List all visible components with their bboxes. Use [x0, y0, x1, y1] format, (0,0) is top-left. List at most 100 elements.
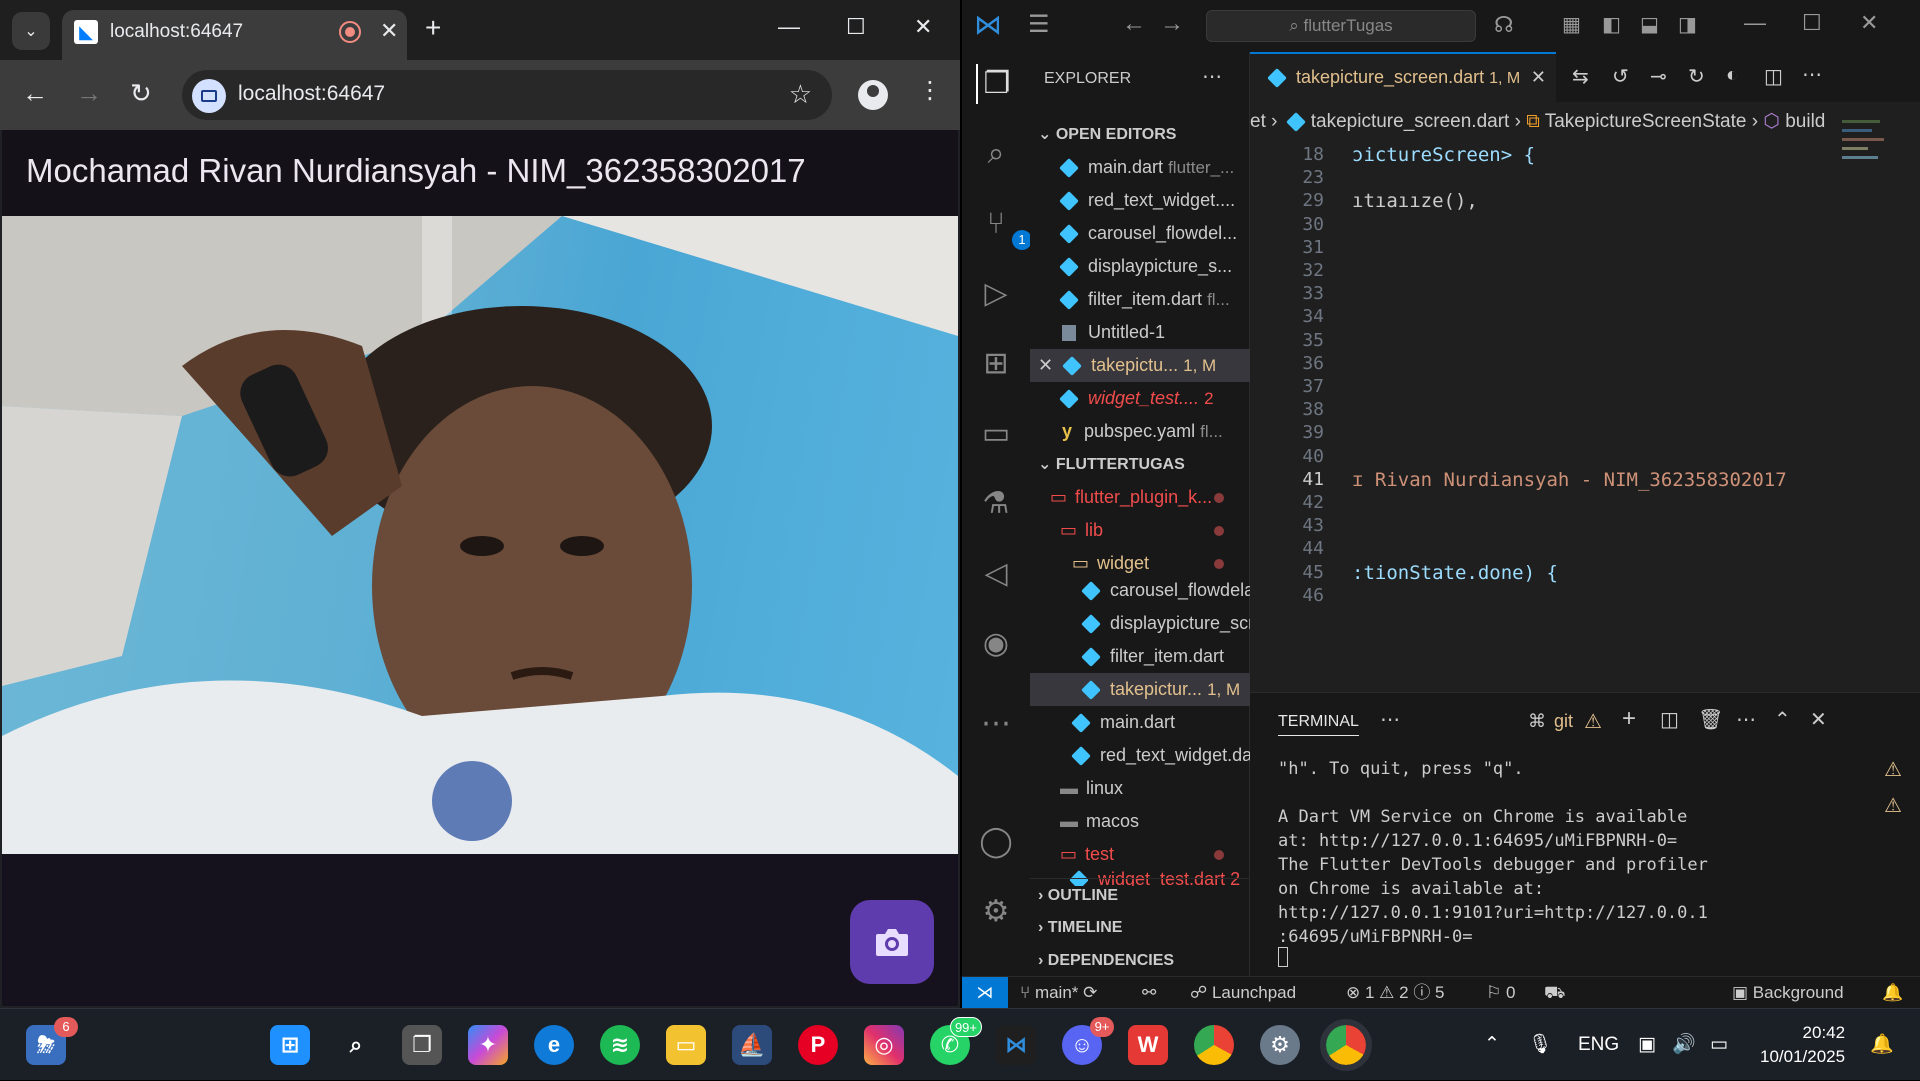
breadcrumb-item[interactable]: build: [1785, 111, 1825, 132]
breadcrumb-item[interactable]: et: [1250, 111, 1266, 132]
vscode-taskbar-icon[interactable]: ⋈: [996, 1025, 1036, 1065]
close-window-button[interactable]: ✕: [914, 14, 932, 40]
clock[interactable]: 20:42 10/01/2025: [1760, 1021, 1845, 1069]
problems-status[interactable]: ⊗ 1 ⚠ 2 ⓘ 5: [1346, 977, 1445, 1009]
git-graph-icon[interactable]: ◉: [976, 624, 1016, 664]
extensions-icon[interactable]: ⊞: [976, 344, 1016, 384]
notification-center-icon[interactable]: 🔔: [1870, 1009, 1894, 1081]
tree-file-active[interactable]: takepictur... 1, M: [1030, 673, 1250, 706]
open-changes-icon[interactable]: ⇆: [1572, 64, 1589, 89]
close-tab-icon[interactable]: ✕: [380, 18, 398, 44]
address-bar[interactable]: localhost:64647 ☆: [182, 70, 832, 120]
wps-office-icon[interactable]: W: [1128, 1025, 1168, 1065]
terminal-more-icon[interactable]: ⋯: [1736, 707, 1756, 732]
source-control-icon[interactable]: ⑂ 1: [976, 204, 1032, 250]
dependencies-header[interactable]: › DEPENDENCIES: [1030, 944, 1250, 977]
code-line[interactable]: :tionState.done) {: [1352, 562, 1558, 584]
remote-indicator-icon[interactable]: ⋊: [962, 977, 1008, 1009]
edge-icon[interactable]: e: [534, 1025, 574, 1065]
tree-folder[interactable]: ▬ linux: [1030, 772, 1250, 805]
background-status[interactable]: ▣ Background: [1732, 977, 1844, 1009]
search-icon[interactable]: ⌕: [336, 1025, 376, 1065]
pinterest-icon[interactable]: P: [798, 1025, 838, 1065]
chrome-icon[interactable]: [1320, 1019, 1372, 1071]
tree-file[interactable]: displaypicture_scr...: [1030, 607, 1250, 640]
project-header[interactable]: ⌄ FLUTTERTUGAS: [1030, 448, 1250, 481]
tree-file[interactable]: carousel_flowdela...: [1030, 574, 1250, 607]
volume-icon[interactable]: 🔊: [1672, 1009, 1696, 1081]
weather-widget-icon[interactable]: ⛈ 6: [26, 1017, 78, 1065]
mysql-workbench-icon[interactable]: ⛵: [732, 1025, 772, 1065]
start-windows-icon[interactable]: ⊞: [270, 1025, 310, 1065]
show-hidden-icons-icon[interactable]: ⌃: [1484, 1009, 1500, 1081]
branch-status[interactable]: ⑂ main* ⟳: [1020, 977, 1097, 1009]
spotify-icon[interactable]: ≋: [600, 1025, 640, 1065]
go-forward-icon[interactable]: →: [1160, 10, 1184, 38]
settings-gear-icon[interactable]: ⚙: [1260, 1025, 1300, 1065]
explorer-icon[interactable]: ❐: [976, 64, 1016, 104]
search-icon[interactable]: ⌕: [976, 134, 1016, 174]
open-editor-item[interactable]: carousel_flowdel...: [1030, 217, 1250, 250]
browser-tab[interactable]: ◣ localhost:64647 ✕: [62, 10, 407, 60]
discord-icon[interactable]: ☺ 9+: [1062, 1017, 1114, 1065]
reload-button[interactable]: ↻: [130, 78, 152, 109]
open-editors-header[interactable]: ⌄ OPEN EDITORS: [1030, 118, 1250, 151]
terminal-output[interactable]: "h". To quit, press "q". A Dart VM Servi…: [1278, 757, 1838, 949]
manage-gear-icon[interactable]: ⚙: [976, 892, 1016, 932]
next-change-icon[interactable]: ↻: [1688, 64, 1705, 89]
vscode-close-button[interactable]: ✕: [1860, 10, 1878, 36]
code-line[interactable]: ɪ Rivan Nurdiansyah - NIM_362358302017: [1352, 469, 1787, 491]
tab-search-button[interactable]: ⌄: [12, 12, 50, 50]
open-editor-item[interactable]: y pubspec.yaml fl...: [1030, 415, 1250, 448]
timeline-header[interactable]: › TIMELINE: [1030, 911, 1250, 944]
testing-icon[interactable]: ⚗: [976, 484, 1016, 524]
go-back-icon[interactable]: ←: [1122, 10, 1146, 38]
minimize-button[interactable]: —: [778, 14, 800, 40]
toggle-secondary-sidebar-icon[interactable]: ◨: [1678, 12, 1697, 37]
minimap[interactable]: [1842, 114, 1892, 274]
vscode-minimize-button[interactable]: —: [1744, 10, 1766, 36]
terminal-warning-icon[interactable]: ⚠: [1884, 757, 1902, 782]
launchpad-status[interactable]: ☍ Launchpad: [1190, 977, 1296, 1009]
toggle-sidebar-icon[interactable]: ◧: [1602, 12, 1621, 37]
camera-permission-icon[interactable]: [192, 79, 226, 113]
maximize-button[interactable]: ☐: [846, 14, 866, 40]
take-picture-button[interactable]: [850, 900, 934, 984]
command-center-search[interactable]: ⌕ flutterTugas: [1206, 10, 1476, 42]
git-lens-icon[interactable]: ◐: [1726, 64, 1738, 87]
language-indicator[interactable]: ENG: [1578, 1009, 1619, 1081]
previous-change-icon[interactable]: ↺: [1612, 64, 1629, 89]
remote-explorer-icon[interactable]: ▭: [976, 414, 1016, 454]
file-explorer-icon[interactable]: ▭: [666, 1025, 706, 1065]
tree-file[interactable]: red_text_widget.dart: [1030, 739, 1250, 772]
instagram-icon[interactable]: ◎: [864, 1025, 904, 1065]
accounts-icon[interactable]: ◯: [976, 822, 1016, 862]
more-menu-icon[interactable]: ⋮: [918, 76, 942, 105]
copilot-icon[interactable]: ☊: [1494, 12, 1514, 38]
whatsapp-icon[interactable]: ✆ 99+: [930, 1017, 982, 1065]
new-terminal-icon[interactable]: +: [1622, 705, 1636, 733]
open-editor-item[interactable]: filter_item.dart fl...: [1030, 283, 1250, 316]
open-editor-item[interactable]: Untitled-1: [1030, 316, 1250, 349]
microphone-icon[interactable]: 🎙: [1528, 1009, 1552, 1081]
open-editor-item[interactable]: main.dart flutter_...: [1030, 151, 1250, 184]
tree-file[interactable]: filter_item.dart: [1030, 640, 1250, 673]
profile-avatar-icon[interactable]: [858, 80, 888, 110]
tree-file[interactable]: main.dart: [1030, 706, 1250, 739]
terminal-warning-icon[interactable]: ⚠: [1884, 793, 1902, 818]
maximize-panel-icon[interactable]: ⌃: [1774, 707, 1791, 732]
breadcrumb-item[interactable]: TakepictureScreenState: [1545, 111, 1747, 132]
explorer-more-icon[interactable]: ⋯: [1202, 64, 1222, 89]
task-view-icon[interactable]: ❐: [402, 1025, 442, 1065]
open-editor-item[interactable]: red_text_widget....: [1030, 184, 1250, 217]
close-panel-icon[interactable]: ✕: [1810, 707, 1827, 732]
open-editor-item[interactable]: widget_test.... 2: [1030, 382, 1250, 415]
tree-folder[interactable]: ▭ lib: [1030, 514, 1250, 547]
terminal-tab[interactable]: TERMINAL: [1278, 713, 1359, 736]
commit-icon[interactable]: ⊸: [1650, 64, 1667, 89]
forward-button[interactable]: →: [76, 78, 102, 109]
copilot-icon[interactable]: ✦: [468, 1025, 508, 1065]
customize-layout-icon[interactable]: ▦: [1562, 12, 1581, 37]
network-icon[interactable]: ▣: [1638, 1009, 1656, 1081]
editor-tab-active[interactable]: takepicture_screen.dart 1, M ✕: [1250, 52, 1556, 102]
